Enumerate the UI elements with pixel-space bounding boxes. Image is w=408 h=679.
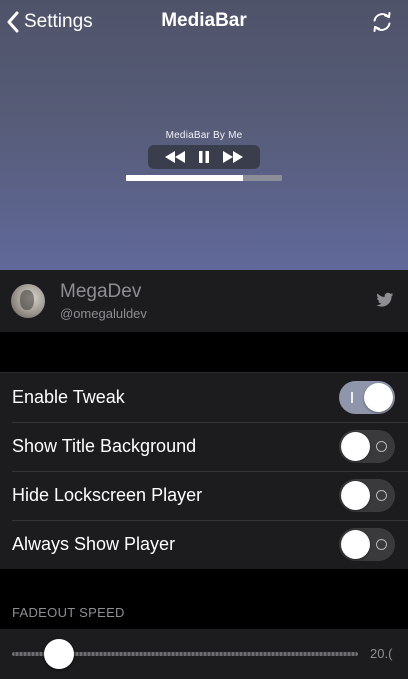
page-title: MediaBar (161, 10, 247, 31)
fast-forward-icon[interactable] (222, 151, 244, 163)
refresh-icon[interactable] (370, 10, 394, 34)
setting-row-show-title-background[interactable]: Show Title Background (0, 422, 408, 471)
show-title-background-toggle[interactable] (339, 430, 395, 463)
developer-name: MegaDev (60, 281, 142, 302)
fadeout-speed-header: FADEOUT SPEED (12, 605, 125, 620)
preview-header: Settings MediaBar MediaBar By Me (0, 0, 408, 270)
setting-row-hide-lockscreen-player[interactable]: Hide Lockscreen Player (0, 471, 408, 520)
avatar (11, 284, 45, 318)
twitter-icon[interactable] (376, 292, 394, 308)
mediabar-label: MediaBar By Me (165, 130, 243, 141)
hide-lockscreen-player-toggle[interactable] (339, 479, 395, 512)
setting-row-enable-tweak[interactable]: Enable Tweak (0, 373, 408, 422)
fadeout-speed-row: 20.( (0, 629, 408, 679)
progress-fill (126, 175, 243, 181)
developer-row[interactable]: MegaDev @omegaluldev (0, 270, 408, 332)
setting-label: Enable Tweak (12, 387, 125, 407)
always-show-player-toggle[interactable] (339, 528, 395, 561)
enable-tweak-toggle[interactable] (339, 381, 395, 414)
settings-group: Enable Tweak Show Title Background Hide … (0, 372, 408, 569)
fadeout-speed-value: 20.( (370, 646, 393, 661)
setting-row-always-show-player[interactable]: Always Show Player (0, 520, 408, 569)
mediabar-controls (148, 145, 260, 169)
mediabar-progress[interactable] (126, 175, 282, 181)
fadeout-speed-slider[interactable] (43, 639, 74, 669)
setting-label: Always Show Player (12, 534, 176, 554)
setting-label: Show Title Background (12, 436, 197, 456)
pause-icon[interactable] (198, 151, 210, 163)
rewind-icon[interactable] (164, 151, 186, 163)
setting-label: Hide Lockscreen Player (12, 485, 203, 505)
developer-handle: @omegaluldev (60, 306, 147, 321)
